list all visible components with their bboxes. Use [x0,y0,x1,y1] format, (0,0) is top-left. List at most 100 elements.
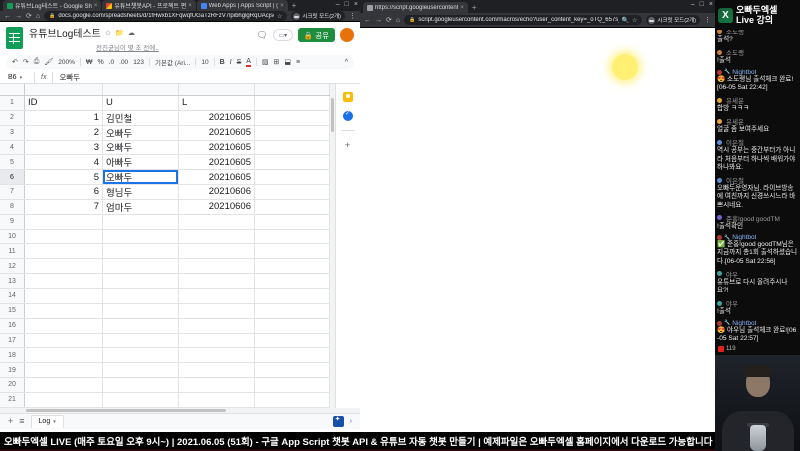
grid-cell[interactable] [103,274,179,288]
row-header[interactable]: 15 [0,303,25,318]
row-header[interactable]: 12 [0,259,25,274]
add-sheet-icon[interactable]: + [8,416,13,426]
grid-cell[interactable]: 5 [25,170,103,185]
grid-cell[interactable] [179,229,255,244]
formula-input[interactable]: 오빠두 [53,72,80,83]
grid-cell[interactable] [25,274,103,288]
sheet-tab-log[interactable]: Log ▾ [30,414,64,428]
grid-cell[interactable] [103,259,179,274]
merge-cells-icon[interactable]: ⬓ [284,58,291,66]
grid-cell[interactable] [255,274,330,288]
grid-cell[interactable]: 20210606 [179,199,255,214]
row-header[interactable]: 14 [0,288,25,303]
row-header[interactable]: 19 [0,363,25,378]
grid-cell[interactable] [255,303,330,318]
grid-cell[interactable] [103,392,179,407]
sheets-logo-icon[interactable] [6,27,23,49]
font-select[interactable]: 기본값 (Ari... [155,57,190,67]
grid-cell[interactable] [103,333,179,348]
grid-cell[interactable] [255,333,330,348]
grid-cell[interactable] [255,348,330,363]
browser-tab[interactable]: https://script.googleusercontent × [363,2,468,13]
minimize-button[interactable]: – [691,1,695,8]
move-folder-icon[interactable]: 📁 [115,29,124,37]
name-box[interactable]: B6 ▾ [0,74,34,81]
grid-cell[interactable]: 4 [25,155,103,170]
last-edit-status[interactable]: 전진균님이 몇 초 전에.. [96,42,159,52]
grid-cell[interactable]: 20210605 [179,155,255,170]
grid-cell[interactable] [179,333,255,348]
select-all-corner[interactable] [0,84,25,95]
fill-color-icon[interactable]: ▨ [262,58,269,66]
grid-cell[interactable] [179,392,255,407]
tab-close-icon[interactable]: × [280,3,284,9]
grid-cell[interactable] [25,378,103,392]
grid-cell[interactable] [255,378,330,392]
grid-cell[interactable] [25,288,103,303]
grid-cell[interactable]: 2 [25,125,103,140]
minimize-button[interactable]: – [336,1,340,8]
grid-cell[interactable]: 20210606 [179,185,255,199]
grid-cell[interactable]: U [103,96,179,110]
column-header[interactable] [103,84,179,95]
grid-cell[interactable] [255,140,330,155]
grid-cell[interactable] [255,288,330,303]
grid-cell[interactable] [25,244,103,259]
keep-icon[interactable] [342,92,353,102]
grid-cell[interactable] [179,303,255,318]
reload-icon[interactable]: ⟳ [26,12,32,20]
grid-cell[interactable] [255,125,330,140]
grid-cell[interactable]: L [179,96,255,110]
grid-cell[interactable]: 20210605 [179,125,255,140]
grid-cell[interactable] [179,318,255,333]
grid-cell[interactable]: 아빠두 [103,155,179,170]
panel-expand-icon[interactable]: › [350,418,352,425]
maximize-button[interactable]: □ [700,1,704,8]
grid-cell[interactable] [25,392,103,407]
grid-cell[interactable]: ID [25,96,103,110]
currency-format-button[interactable]: ₩ [86,59,93,66]
back-icon[interactable]: ← [4,13,11,20]
grid-cell[interactable]: 7 [25,199,103,214]
grid-cell[interactable] [179,363,255,378]
all-sheets-icon[interactable]: ≡ [19,416,24,426]
grid-cell[interactable] [25,229,103,244]
grid-cell[interactable] [179,348,255,363]
grid-cell[interactable] [255,185,330,199]
grid-cell[interactable] [103,244,179,259]
close-button[interactable]: × [709,1,713,8]
zoom-select[interactable]: 200% [58,59,75,66]
grid-cell[interactable] [255,318,330,333]
print-icon[interactable]: ⎙ [34,58,40,66]
row-header[interactable]: 18 [0,348,25,363]
grid-cell[interactable] [179,214,255,229]
bookmark-star-icon[interactable]: ☆ [277,13,282,20]
row-header[interactable]: 20 [0,378,25,392]
chat-message-list[interactable]: 소도랭 출석? 소도랭 !출석 🔧 Nightbot 😍 소도랭님 출석체크 완… [715,29,800,343]
row-header[interactable]: 16 [0,318,25,333]
zoom-page-icon[interactable]: 🔍 [622,17,629,24]
grid-cell[interactable]: 김민철 [103,110,179,125]
grid-cell[interactable]: 20210605 [179,140,255,155]
row-header[interactable]: 17 [0,333,25,348]
browser-tab[interactable]: 유튜브챗봇API - 프로젝트 편 × [102,0,196,11]
grid-cell[interactable] [103,348,179,363]
grid-cell[interactable] [25,318,103,333]
row-header[interactable]: 10 [0,229,25,244]
grid-cell[interactable] [255,392,330,407]
row-header[interactable]: 9 [0,214,25,229]
maximize-button[interactable]: □ [345,1,349,8]
undo-icon[interactable]: ↶ [12,58,18,66]
grid-cell[interactable] [255,259,330,274]
decrease-decimal-button[interactable]: .0 [109,59,114,66]
bookmark-star-icon[interactable]: ☆ [632,17,637,24]
browser-menu-icon[interactable]: ⋮ [349,12,356,20]
grid-cell[interactable]: 형님두 [103,185,179,199]
tab-close-icon[interactable]: × [94,3,98,9]
user-avatar[interactable] [340,28,354,42]
grid-cell[interactable] [25,259,103,274]
grid-cell[interactable] [25,214,103,229]
grid-cell[interactable] [25,363,103,378]
grid-cell[interactable] [255,214,330,229]
column-header[interactable] [25,84,103,95]
